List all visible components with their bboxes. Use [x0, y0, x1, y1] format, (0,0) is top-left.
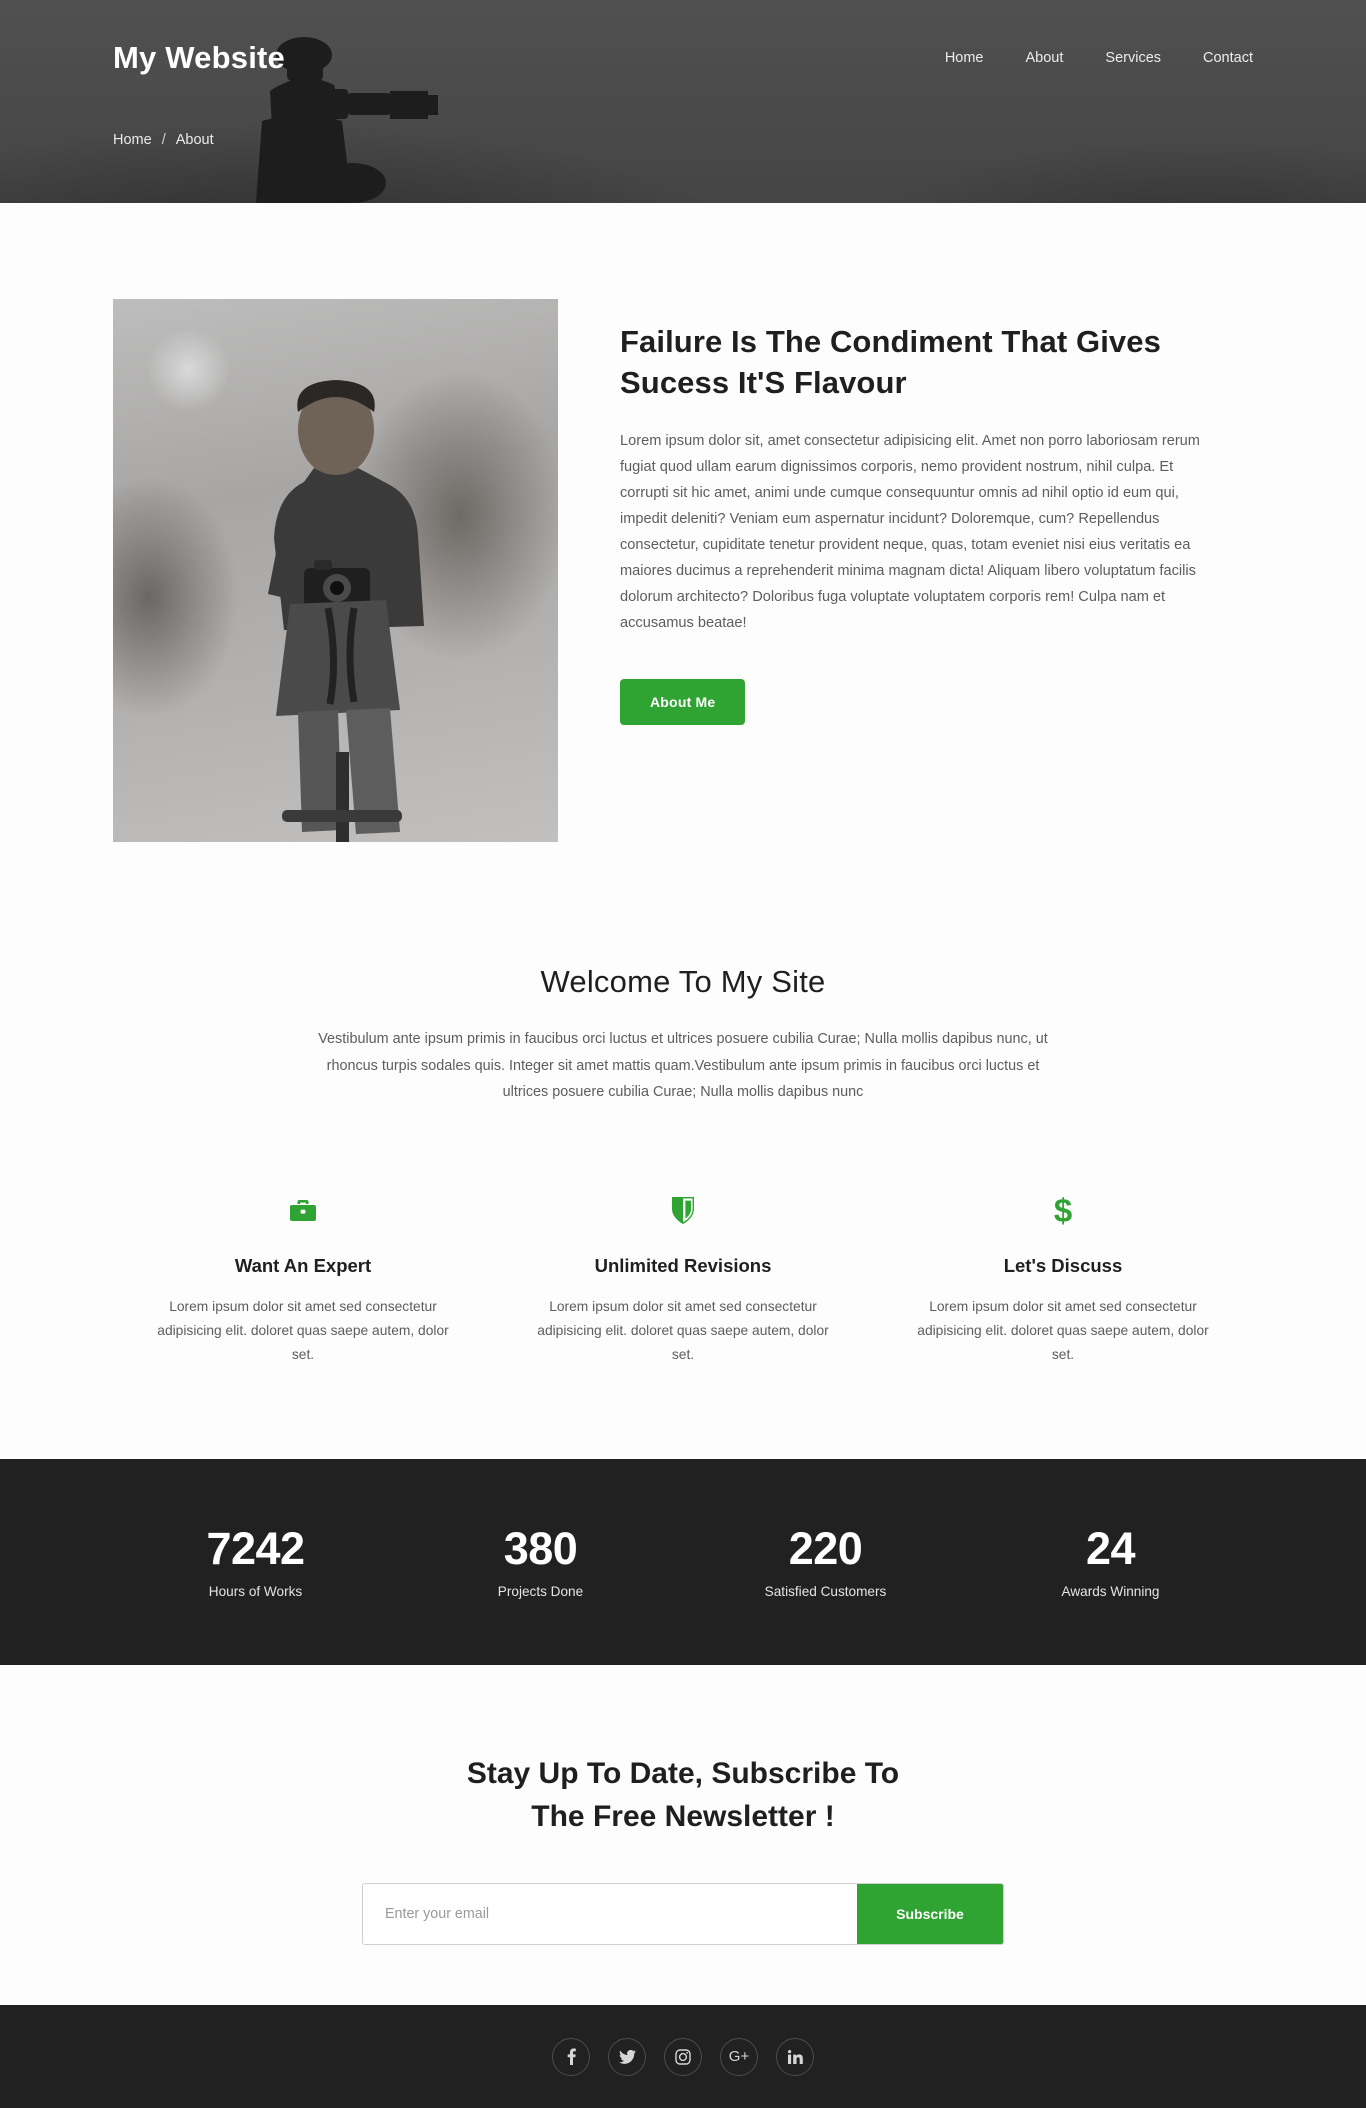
- stat-label: Projects Done: [497, 1583, 584, 1599]
- stat-projects-done: 380 Projects Done: [398, 1526, 683, 1599]
- feature-title: Let's Discuss: [1003, 1254, 1123, 1276]
- feature-text: Lorem ipsum dolor sit amet sed consectet…: [537, 1298, 829, 1363]
- newsletter-heading-line1: Stay Up To Date, Subscribe To: [466, 1757, 900, 1791]
- stat-label: Awards Winning: [1061, 1583, 1160, 1599]
- main-nav: Home About Services Contact: [945, 50, 1253, 66]
- stats-band: 7242 Hours of Works 380 Projects Done 22…: [0, 1459, 1366, 1666]
- stat-value: 7242: [206, 1522, 305, 1574]
- about-heading: Failure Is The Condiment That Gives Suce…: [620, 324, 1161, 401]
- top-navigation-bar: My Website Home About Services Contact: [113, 0, 1253, 76]
- page-banner: My Website Home About Services Contact H…: [0, 0, 1366, 203]
- photographer-photo-figure: [267, 380, 424, 842]
- stat-value: 220: [788, 1522, 863, 1574]
- instagram-icon[interactable]: [664, 2037, 702, 2076]
- newsletter-heading: Stay Up To Date, Subscribe To The Free N…: [0, 1753, 1366, 1839]
- stat-value: 380: [503, 1522, 578, 1574]
- feature-title: Unlimited Revisions: [594, 1254, 772, 1276]
- nav-link-services[interactable]: Services: [1105, 50, 1161, 66]
- welcome-section: Welcome To My Site Vestibulum ante ipsum…: [113, 842, 1253, 1106]
- feature-card-revisions: Unlimited Revisions Lorem ipsum dolor si…: [493, 1194, 873, 1367]
- subscribe-button[interactable]: Subscribe: [857, 1884, 1003, 1945]
- stat-label: Satisfied Customers: [764, 1583, 887, 1599]
- stat-hours-of-works: 7242 Hours of Works: [113, 1526, 398, 1599]
- stat-label: Hours of Works: [208, 1583, 303, 1599]
- about-section: Failure Is The Condiment That Gives Suce…: [113, 203, 1253, 842]
- stat-value: 24: [1085, 1522, 1136, 1574]
- feature-title: Want An Expert: [234, 1254, 372, 1276]
- features-section: Want An Expert Lorem ipsum dolor sit ame…: [113, 1106, 1253, 1367]
- site-footer: G+: [0, 2005, 1366, 2108]
- stat-awards-winning: 24 Awards Winning: [968, 1526, 1253, 1599]
- about-photo: [113, 299, 558, 842]
- twitter-icon[interactable]: [608, 2037, 646, 2076]
- briefcase-icon: [149, 1194, 457, 1228]
- nav-link-contact[interactable]: Contact: [1203, 50, 1253, 66]
- feature-text: Lorem ipsum dolor sit amet sed consectet…: [157, 1298, 449, 1363]
- about-body: Failure Is The Condiment That Gives Suce…: [620, 299, 1253, 726]
- stat-satisfied-customers: 220 Satisfied Customers: [683, 1526, 968, 1599]
- social-links: G+: [552, 2037, 814, 2076]
- newsletter-form: Subscribe: [362, 1883, 1004, 1946]
- newsletter-section: Stay Up To Date, Subscribe To The Free N…: [0, 1665, 1366, 1946]
- dollar-glyph: $: [1053, 1192, 1073, 1230]
- newsletter-heading-line2: The Free Newsletter !: [531, 1800, 835, 1834]
- facebook-icon[interactable]: [552, 2037, 590, 2076]
- breadcrumb-current: About: [175, 132, 214, 148]
- feature-card-discuss: $ Let's Discuss Lorem ipsum dolor sit am…: [873, 1194, 1253, 1367]
- about-me-button[interactable]: About Me: [620, 679, 746, 726]
- shield-icon: [529, 1194, 837, 1228]
- breadcrumb-separator: /: [161, 132, 166, 148]
- breadcrumb: Home / About: [113, 132, 214, 148]
- feature-card-expert: Want An Expert Lorem ipsum dolor sit ame…: [113, 1194, 493, 1367]
- site-logo[interactable]: My Website: [113, 40, 285, 76]
- nav-link-about[interactable]: About: [1026, 50, 1064, 66]
- feature-text: Lorem ipsum dolor sit amet sed consectet…: [917, 1298, 1209, 1363]
- linkedin-icon[interactable]: [776, 2037, 814, 2076]
- email-input[interactable]: [363, 1884, 857, 1945]
- nav-link-home[interactable]: Home: [945, 50, 984, 66]
- about-paragraph: Lorem ipsum dolor sit, amet consectetur …: [620, 433, 1200, 632]
- breadcrumb-home-link[interactable]: Home: [113, 132, 152, 148]
- welcome-heading: Welcome To My Site: [540, 964, 826, 999]
- dollar-icon: $: [909, 1194, 1217, 1228]
- googleplus-icon[interactable]: G+: [720, 2037, 758, 2076]
- welcome-text: Vestibulum ante ipsum primis in faucibus…: [318, 1031, 1048, 1101]
